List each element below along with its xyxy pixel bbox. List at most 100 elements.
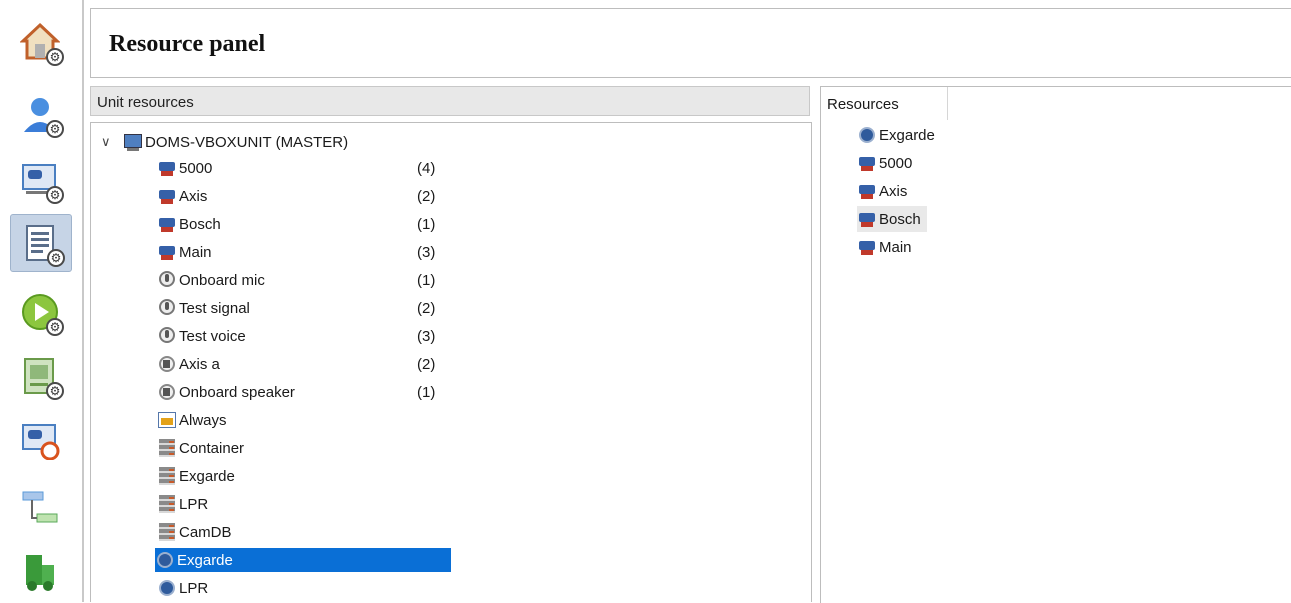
resource-item-label: Bosch [879, 210, 921, 228]
tree-item[interactable]: Exgarde [157, 463, 235, 489]
resource-list-icon: ⚙ [21, 223, 65, 267]
tab-resources[interactable]: Resources [821, 87, 948, 120]
home-settings-icon: ⚙ [19, 22, 64, 66]
tree-item-count: (1) [417, 215, 436, 233]
tree-item-count: (1) [417, 271, 436, 289]
tree-item-label: LPR [179, 579, 209, 597]
camera-icon [157, 186, 177, 206]
tree-item-label: Main [179, 243, 212, 261]
tree-item-label: Exgarde [177, 551, 233, 569]
user-settings-button[interactable]: ⚙ [10, 86, 70, 142]
user-settings-icon: ⚙ [20, 94, 64, 138]
tree-item[interactable]: Axis a (2) [157, 351, 435, 377]
tree-item-count: (2) [417, 355, 436, 373]
resource-item[interactable]: Main [857, 234, 912, 260]
resource-item-label: Main [879, 238, 912, 256]
tree-item[interactable]: LPR [157, 491, 208, 517]
resource-item-label: Exgarde [879, 126, 935, 144]
tree-item-label: Axis [179, 187, 208, 205]
tree-item[interactable]: Onboard mic (1) [157, 267, 435, 293]
tree-item[interactable]: CamDB [157, 519, 232, 545]
resources-panel: Resources Exgarde 5000 Axis Bosch Main [820, 86, 1291, 603]
tree-item[interactable]: LPR [157, 575, 208, 601]
playback-settings-icon: ⚙ [20, 292, 64, 336]
tree-root[interactable]: ∨ DOMS-VBOXUNIT (MASTER) [101, 129, 348, 155]
microphone-icon [157, 270, 177, 290]
tree-item-label: Always [179, 411, 227, 429]
tree-item-label: Bosch [179, 215, 221, 233]
tree-item-count: (4) [417, 159, 436, 177]
resource-item[interactable]: 5000 [857, 150, 912, 176]
unit-resources-title: Unit resources [97, 94, 194, 111]
camera-settings-button[interactable]: ⚙ [10, 152, 70, 208]
tree-item[interactable]: Main (3) [157, 239, 435, 265]
tree-item-count: (3) [417, 243, 436, 261]
tree-item-count: (1) [417, 383, 436, 401]
tab-resources-label: Resources [827, 96, 899, 113]
tree-item-label: Test voice [179, 327, 246, 345]
resource-item[interactable]: Axis [857, 178, 907, 204]
tree-item-label: LPR [179, 495, 209, 513]
resource-panel-button[interactable]: ⚙ [10, 214, 72, 272]
tree-item[interactable]: Bosch (1) [157, 211, 435, 237]
resource-item-highlighted[interactable]: Bosch [857, 206, 927, 232]
device-settings-icon: ⚙ [20, 356, 64, 400]
tree-item-label: Container [179, 439, 245, 457]
tree-root-label: DOMS-VBOXUNIT (MASTER) [145, 133, 349, 151]
home-settings-button[interactable]: ⚙ [10, 14, 70, 70]
camera-support-button[interactable] [10, 412, 70, 468]
tree-item-selected[interactable]: Exgarde [155, 547, 451, 573]
speaker-icon [157, 354, 177, 374]
door-icon [857, 125, 877, 145]
door-icon [155, 550, 175, 570]
tree-item[interactable]: Axis (2) [157, 183, 435, 209]
camera-icon [157, 158, 177, 178]
page-title: Resource panel [109, 31, 266, 57]
camera-icon [857, 153, 877, 173]
camera-support-icon [20, 420, 60, 461]
server-icon [157, 494, 177, 514]
sidebar: ⚙ ⚙ ⚙ ⚙ ⚙ ⚙ [0, 0, 84, 602]
tree-item[interactable]: Test voice (3) [157, 323, 435, 349]
chevron-down-icon[interactable]: ∨ [101, 134, 123, 150]
camera-icon [857, 237, 877, 257]
camera-icon [157, 214, 177, 234]
tree-item-count: (2) [417, 187, 436, 205]
network-settings-button[interactable] [10, 480, 70, 536]
tree-item[interactable]: 5000 (4) [157, 155, 435, 181]
door-icon [157, 578, 177, 598]
tree-item-count: (2) [417, 299, 436, 317]
microphone-icon [157, 326, 177, 346]
tree-item-label: Test signal [179, 299, 250, 317]
camera-icon [157, 242, 177, 262]
tree-item-label: CamDB [179, 523, 232, 541]
tree-item-label: Axis a [179, 355, 220, 373]
resource-item-label: Axis [879, 182, 908, 200]
tree-item[interactable]: Onboard speaker (1) [157, 379, 435, 405]
tree-item[interactable]: Always [157, 407, 227, 433]
server-icon [157, 466, 177, 486]
unit-resources-header: Unit resources [90, 86, 810, 116]
tree-item-label: Onboard speaker [179, 383, 295, 401]
resource-item[interactable]: Exgarde [857, 122, 935, 148]
unit-resources-panel: Unit resources ∨ DOMS-VBOXUNIT (MASTER) … [90, 86, 812, 602]
microphone-icon [157, 298, 177, 318]
server-icon [157, 522, 177, 542]
network-settings-icon [20, 488, 60, 528]
resource-item-label: 5000 [879, 154, 913, 172]
header: Resource panel [90, 8, 1291, 78]
site-settings-icon [20, 552, 60, 592]
site-settings-button[interactable] [10, 544, 70, 600]
tree-item-label: 5000 [179, 159, 213, 177]
camera-icon [857, 209, 877, 229]
unit-resources-tree[interactable]: ∨ DOMS-VBOXUNIT (MASTER) 5000 (4) Axis (… [90, 122, 812, 602]
unit-icon [123, 132, 143, 152]
speaker-icon [157, 382, 177, 402]
schedule-icon [157, 410, 177, 430]
tree-item[interactable]: Test signal (2) [157, 295, 435, 321]
device-settings-button[interactable]: ⚙ [10, 348, 70, 404]
tree-item[interactable]: Container [157, 435, 244, 461]
camera-icon [857, 181, 877, 201]
playback-settings-button[interactable]: ⚙ [10, 284, 70, 340]
selection-highlight: Exgarde [155, 548, 451, 572]
